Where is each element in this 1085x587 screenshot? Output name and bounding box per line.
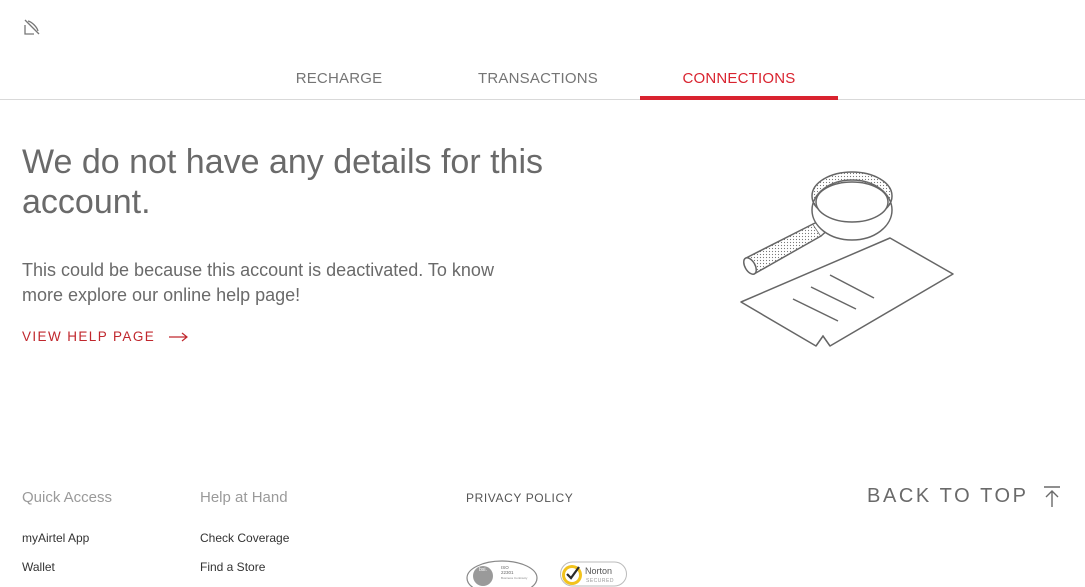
- footer-link-find-a-store[interactable]: Find a Store: [200, 560, 265, 574]
- bsi-iso-badge: bsi. ISO 22301 Business Continuity: [466, 560, 538, 587]
- secured-label: SECURED: [586, 578, 614, 584]
- footer-link-check-coverage[interactable]: Check Coverage: [200, 531, 289, 545]
- bsi-number: 22301: [501, 570, 514, 575]
- magnifier-document-illustration: [740, 171, 954, 347]
- view-help-page-link[interactable]: VIEW HELP PAGE: [22, 329, 189, 344]
- tab-recharge[interactable]: RECHARGE: [240, 70, 438, 99]
- back-to-top-button[interactable]: BACK TO TOP: [867, 485, 1061, 508]
- empty-state-description: This could be because this account is de…: [22, 260, 494, 305]
- view-help-page-label: VIEW HELP PAGE: [22, 329, 156, 344]
- norton-label: Norton: [585, 566, 612, 576]
- arrow-right-icon: [169, 332, 189, 341]
- norton-secured-badge: Norton SECURED: [560, 561, 627, 587]
- back-to-top-label: BACK TO TOP: [867, 485, 1029, 507]
- arrow-up-to-line-icon: [1043, 485, 1060, 507]
- tab-transactions[interactable]: TRANSACTIONS: [439, 70, 637, 99]
- bsi-caption: Business Continuity: [501, 576, 528, 580]
- tab-connections[interactable]: CONNECTIONS: [640, 70, 838, 100]
- tab-bar: RECHARGE TRANSACTIONS CONNECTIONS: [0, 60, 1085, 100]
- help-at-hand-heading: Help at Hand: [200, 489, 288, 506]
- privacy-policy-link[interactable]: PRIVACY POLICY: [466, 491, 573, 505]
- footer-link-wallet[interactable]: Wallet: [22, 560, 55, 574]
- footer-link-myairtel-app[interactable]: myAirtel App: [22, 531, 89, 545]
- satellite-icon[interactable]: [22, 17, 42, 37]
- quick-access-heading: Quick Access: [22, 489, 113, 506]
- bsi-label: bsi.: [479, 567, 487, 573]
- empty-state-headline: We do not have any details for this acco…: [22, 143, 544, 221]
